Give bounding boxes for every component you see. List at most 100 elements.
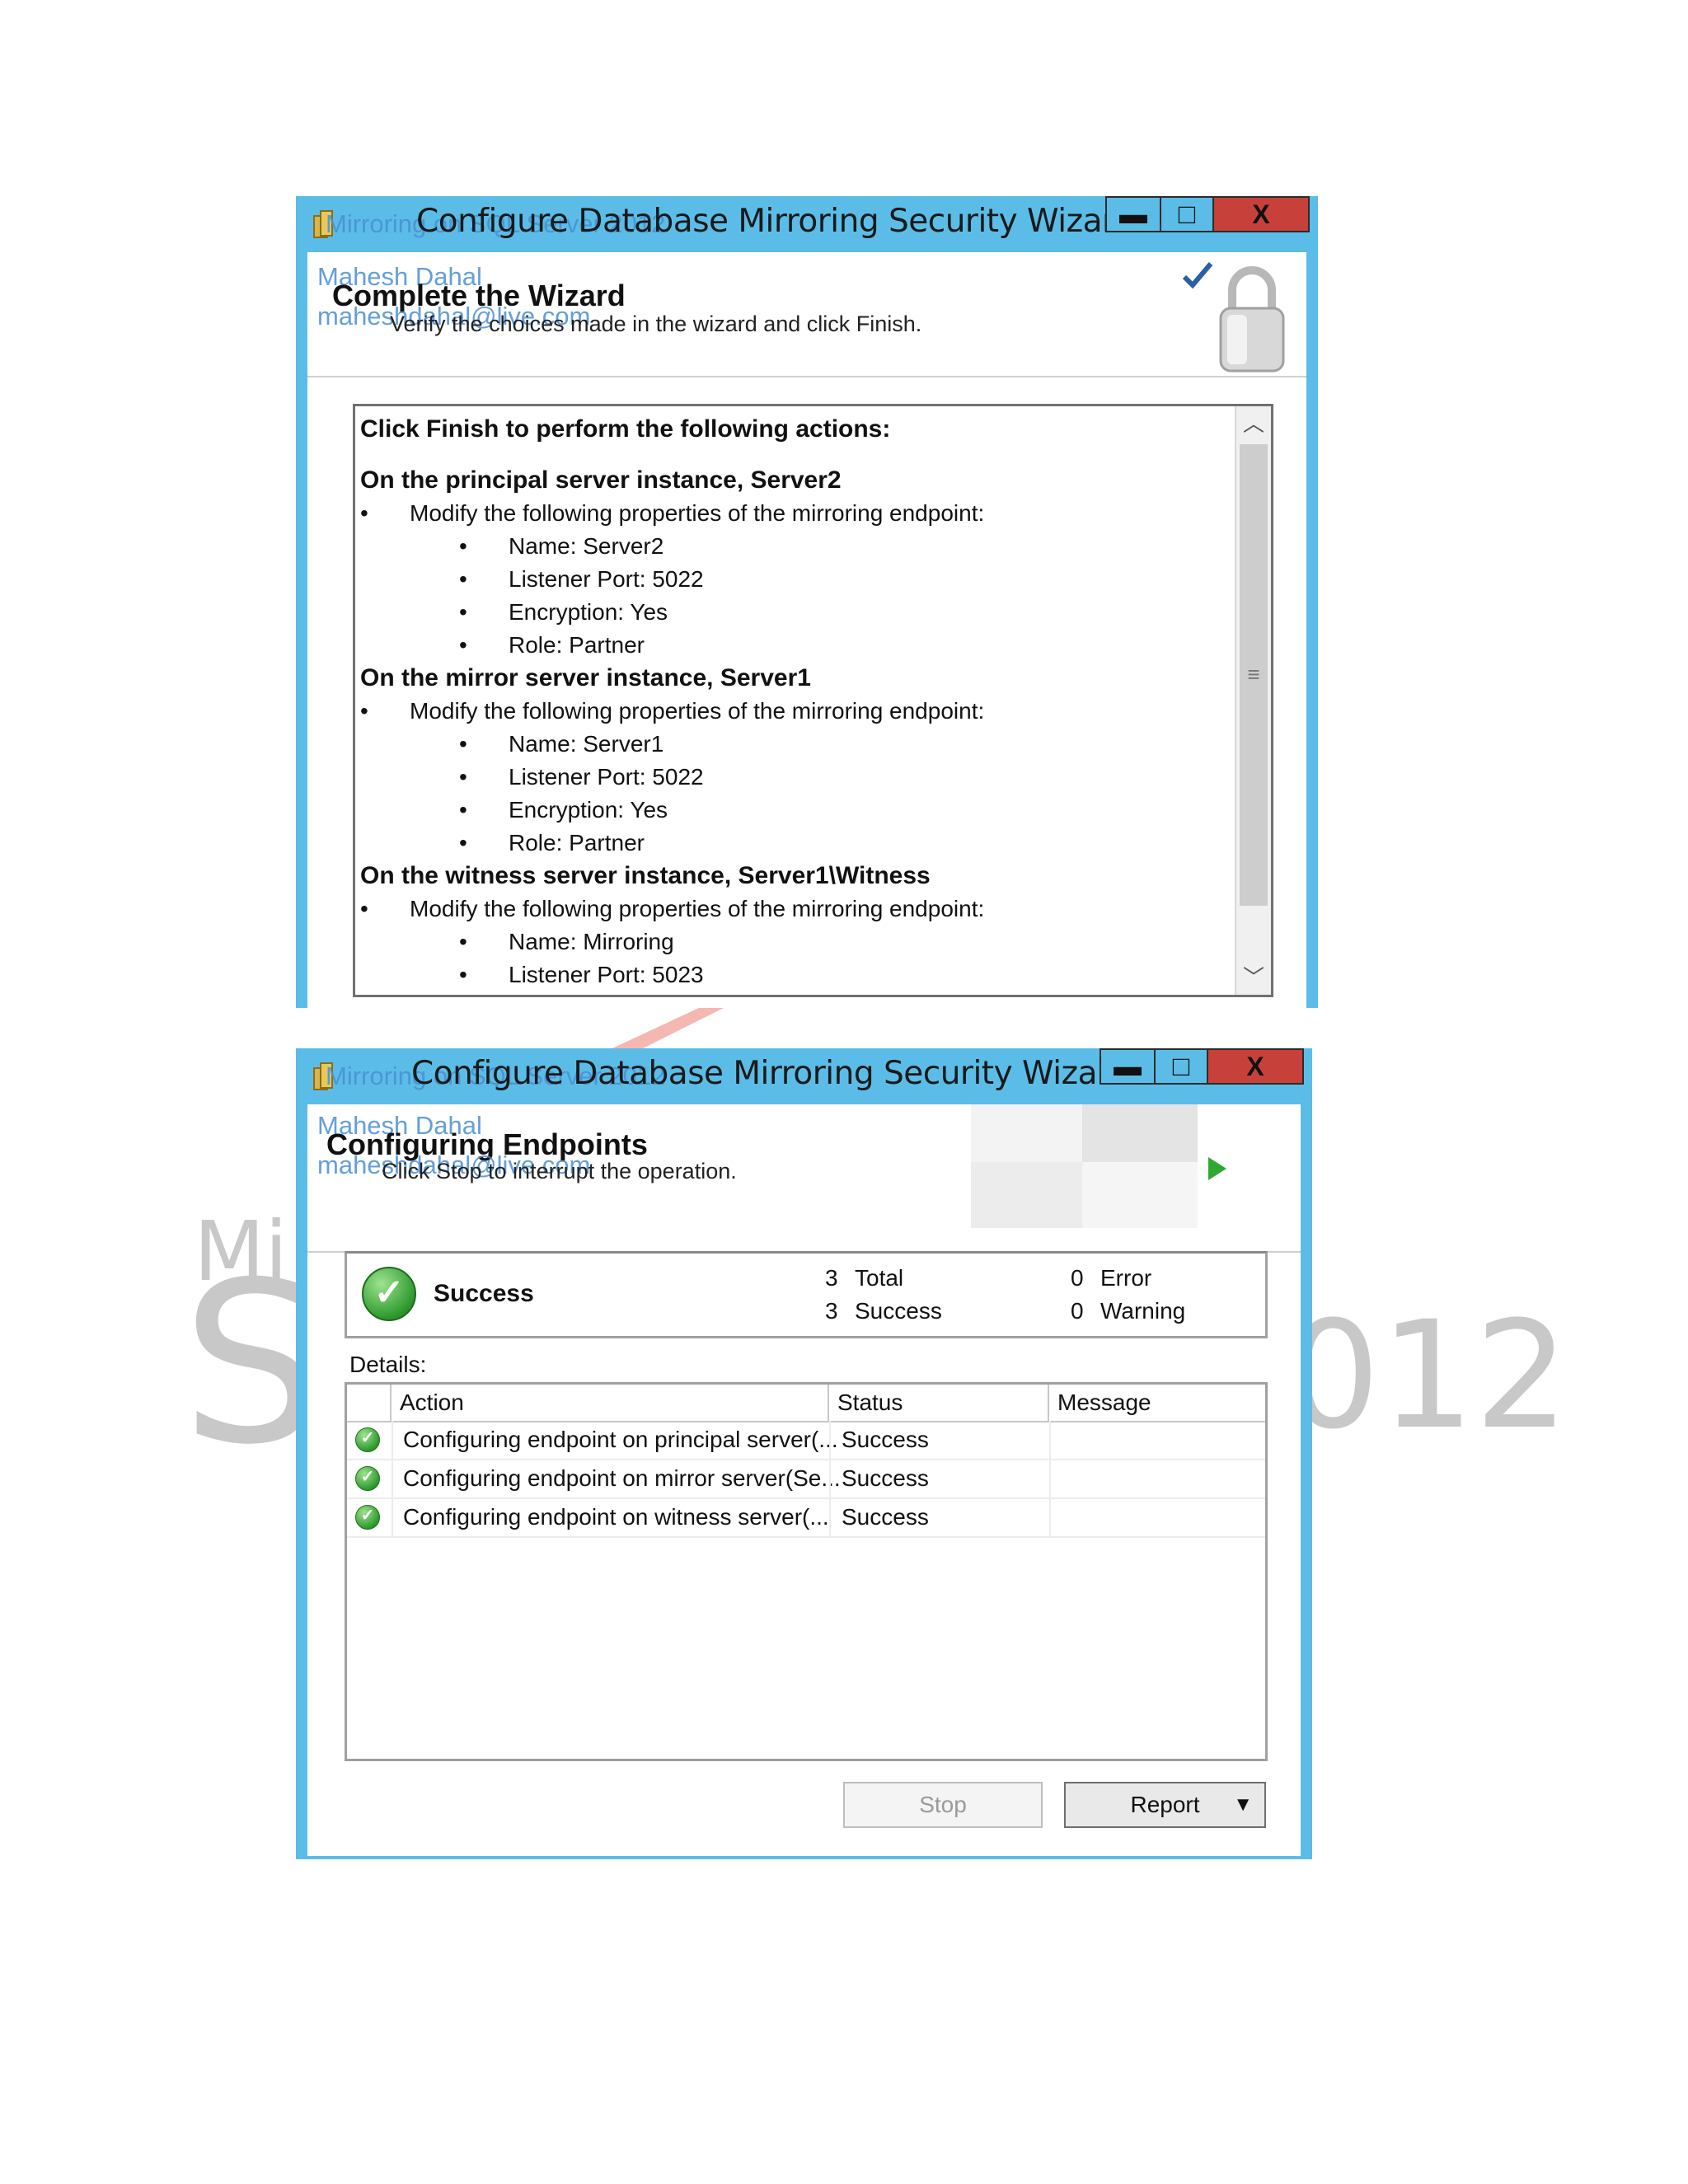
column-header-status[interactable]: Status [829, 1385, 1049, 1421]
list-item: • Modify the following properties of the … [360, 695, 1231, 728]
property-text: Role: Partner [509, 632, 645, 658]
modify-text: Modify the following properties of the m… [410, 500, 985, 526]
wizard-window-complete: Mirroring on SQL Server 2012 Configure D… [296, 196, 1318, 1008]
bullet-icon: • [459, 830, 467, 855]
vertical-scrollbar[interactable]: ︿ ≡ ﹀ [1235, 406, 1271, 995]
close-button[interactable]: X [1212, 196, 1310, 232]
error-count: 0 [1071, 1265, 1084, 1291]
error-label: Error [1100, 1265, 1152, 1291]
property-text: Name: Mirroring [509, 929, 674, 954]
actions-list: Click Finish to perform the following ac… [360, 413, 1231, 995]
minimize-icon: ▬ [1114, 1051, 1142, 1082]
wizard-header: Mahesh Dahal Complete the Wizard maheshd… [307, 252, 1306, 377]
bullet-icon: • [459, 533, 467, 559]
list-item: • Modify the following properties of the … [360, 893, 1231, 926]
checkmark-icon [1182, 262, 1213, 289]
success-icon: ✓ [355, 1505, 380, 1530]
success-label: Success [855, 1298, 942, 1324]
property-text: Listener Port: 5022 [509, 566, 704, 592]
property-text: Name: Server2 [509, 533, 664, 559]
status-cell: Success [842, 1465, 929, 1491]
column-header-action[interactable]: Action [392, 1385, 829, 1421]
list-item: • Name: Server2 [360, 530, 1231, 563]
property-text: Role: Partner [509, 830, 645, 855]
column-header-icon [347, 1385, 392, 1421]
close-button[interactable]: X [1207, 1048, 1304, 1085]
minimize-button[interactable]: ▬ [1100, 1048, 1156, 1085]
wizard-window-progress: Mirroring on SQL Server 2012 Configure D… [296, 1048, 1312, 1859]
total-count: 3 [825, 1265, 838, 1291]
window-title: Configure Database Mirroring Security Wi… [411, 1055, 1130, 1092]
list-item: • Listener Port: 5022 [360, 761, 1231, 794]
actions-intro: Click Finish to perform the following ac… [360, 415, 891, 443]
bullet-icon: • [459, 764, 467, 790]
bullet-icon: • [360, 698, 368, 724]
modify-text: Modify the following properties of the m… [410, 698, 985, 724]
action-cell: Configuring endpoint on mirror server(Se… [403, 1465, 841, 1491]
title-bar[interactable]: Mirroring on SQL Server 2012 Configure D… [296, 196, 1318, 252]
property-text: Encryption: Yes [509, 599, 668, 625]
minimize-icon: ▬ [1119, 199, 1147, 230]
property-text: Listener Port: 5023 [509, 962, 704, 987]
maximize-button[interactable]: □ [1160, 196, 1214, 232]
section-heading: On the witness server instance, Server1\… [360, 862, 931, 889]
list-item: • Listener Port: 5022 [360, 563, 1231, 596]
bullet-icon: • [459, 929, 467, 954]
success-icon: ✓ [355, 1427, 380, 1452]
grip-icon: ≡ [1247, 662, 1260, 687]
list-item: • Encryption: Yes [360, 991, 1231, 995]
section-heading: On the principal server instance, Server… [360, 466, 842, 494]
status-cell: Success [842, 1504, 929, 1530]
wizard-header: Mahesh Dahal Configuring Endpoints mahes… [307, 1104, 1301, 1253]
maximize-icon: □ [1172, 1051, 1190, 1082]
status-summary: ✓ Success 3 Total 3 Success 0 Error 0 Wa… [345, 1251, 1268, 1338]
actions-listbox[interactable]: Click Finish to perform the following ac… [353, 404, 1273, 997]
bullet-icon: • [360, 896, 368, 921]
table-row[interactable]: ✓ Configuring endpoint on witness server(… [347, 1498, 1265, 1538]
bullet-icon: • [459, 731, 467, 757]
grid-header: Action Status Message [347, 1385, 1265, 1422]
scroll-down-icon[interactable]: ﹀ [1236, 960, 1271, 995]
action-cell: Configuring endpoint on witness server(.… [403, 1504, 829, 1530]
background-watermark-2012: 012 [1286, 1290, 1569, 1462]
table-row[interactable]: ✓ Configuring endpoint on principal serve… [347, 1421, 1265, 1460]
bullet-icon: • [459, 566, 467, 592]
window-title: Configure Database Mirroring Security Wi… [416, 203, 1135, 240]
minimize-button[interactable]: ▬ [1105, 196, 1161, 232]
bullet-icon: • [459, 962, 467, 987]
report-button[interactable]: Report ▼ [1064, 1782, 1266, 1828]
list-item: • Encryption: Yes [360, 794, 1231, 827]
section-heading: On the mirror server instance, Server1 [360, 664, 811, 691]
list-item: • Modify the following properties of the … [360, 497, 1231, 530]
header-graphic [971, 1104, 1243, 1251]
report-button-label: Report [1130, 1792, 1200, 1817]
property-text: Name: Server1 [509, 731, 664, 757]
scroll-thumb[interactable]: ≡ [1240, 444, 1268, 906]
dropdown-arrow-icon: ▼ [1233, 1793, 1253, 1816]
total-label: Total [855, 1265, 904, 1291]
warning-label: Warning [1100, 1298, 1186, 1324]
details-grid[interactable]: Action Status Message ✓ Configuring endpo… [345, 1382, 1268, 1761]
scroll-up-icon[interactable]: ︿ [1236, 406, 1271, 441]
table-row[interactable]: ✓ Configuring endpoint on mirror server(S… [347, 1460, 1265, 1499]
success-count: 3 [825, 1298, 838, 1324]
warning-count: 0 [1071, 1298, 1084, 1324]
bullet-icon: • [459, 599, 467, 625]
bullet-icon: • [360, 500, 368, 526]
list-item: • Name: Mirroring [360, 926, 1231, 958]
title-bar[interactable]: Mirroring on SQL Server 2012 Configure D… [296, 1048, 1312, 1104]
list-item: • Role: Partner [360, 629, 1231, 662]
list-item: • Role: Partner [360, 827, 1231, 860]
padlock-icon [1219, 266, 1285, 373]
property-text: Encryption: Yes [509, 991, 668, 995]
property-text: Listener Port: 5022 [509, 764, 704, 790]
property-text: Encryption: Yes [509, 797, 668, 823]
details-label: Details: [349, 1352, 427, 1377]
success-icon: ✓ [362, 1267, 416, 1321]
page-subtitle: Click Stop to interrupt the operation. [382, 1159, 737, 1183]
play-icon [1208, 1157, 1226, 1180]
maximize-button[interactable]: □ [1154, 1048, 1208, 1085]
page-subtitle: Verify the choices made in the wizard an… [390, 312, 922, 336]
stop-button[interactable]: Stop [843, 1782, 1043, 1828]
column-header-message[interactable]: Message [1049, 1385, 1265, 1421]
